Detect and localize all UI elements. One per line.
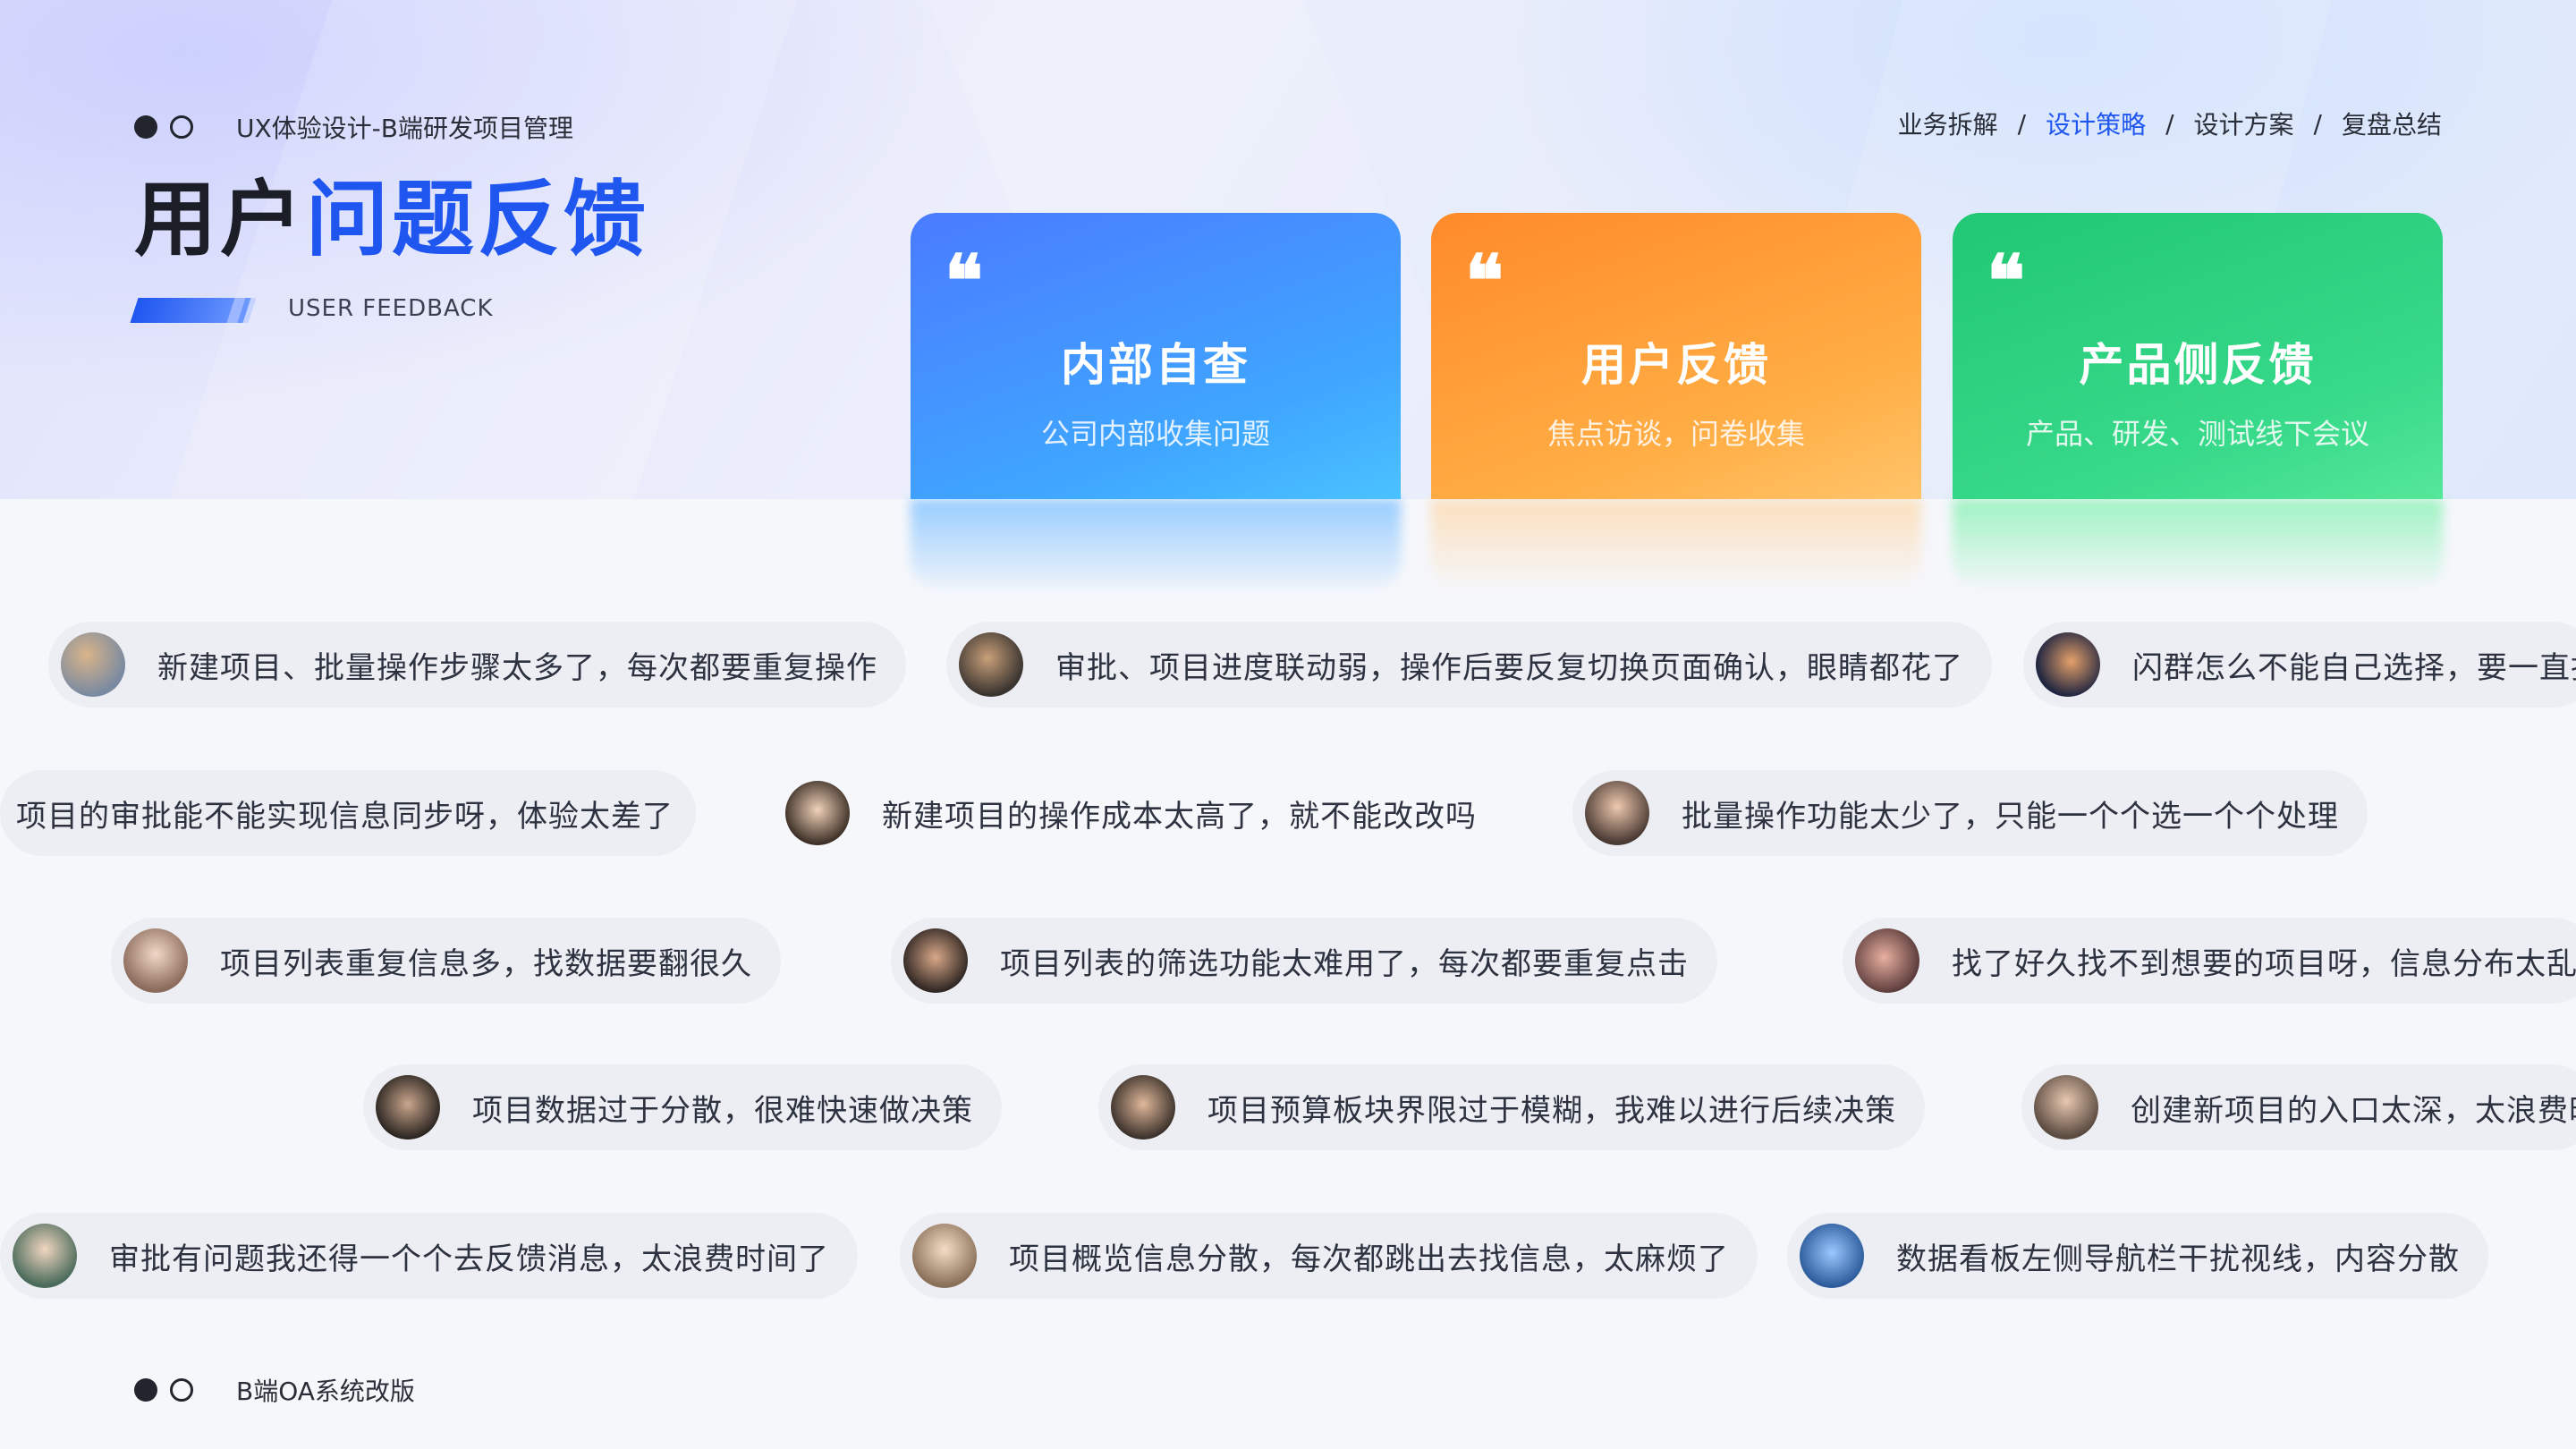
outline-dot-icon [170,1378,193,1402]
filled-dot-icon [134,115,157,139]
nav-item-plan[interactable]: 设计方案 [2194,106,2294,141]
card-glow [1431,499,1921,589]
footer-label: B端OA系统改版 [134,1372,415,1408]
nav-item-breakdown[interactable]: 业务拆解 [1898,106,1998,141]
card-title: 产品侧反馈 [2079,339,2317,391]
feedback-text: 项目数据过于分散，很难快速做决策 [472,1092,973,1129]
feedback-item: 项目的审批能不能实现信息同步呀，体验太差了 [0,770,696,856]
card-subtitle: 焦点访谈，问卷收集 [1546,417,1805,451]
feedback-item: 新建项目的操作成本太高了，就不能改改吗 [773,770,1505,856]
breadcrumb: 业务拆解 / 设计策略 / 设计方案 / 复盘总结 [1898,106,2442,141]
feedback-item: 项目预算板块界限过于模糊，我难以进行后续决策 [1098,1064,1925,1150]
avatar [2034,1075,2098,1140]
avatar [13,1224,77,1288]
avatar [959,632,1023,697]
feedback-item: 创建新项目的入口太深，太浪费时间了 [2021,1064,2576,1150]
breadcrumb-separator: / [2017,108,2027,139]
page-title-part1: 用户 [134,172,307,267]
card-title: 用户反馈 [1581,339,1771,391]
card-user-feedback: ❝ 用户反馈 焦点访谈，问卷收集 [1431,213,1921,499]
feedback-text: 项目预算板块界限过于模糊，我难以进行后续决策 [1208,1092,1896,1129]
filled-dot-icon [134,1378,157,1402]
breadcrumb-separator: / [2165,108,2174,139]
feedback-item: 项目数据过于分散，很难快速做决策 [363,1064,1002,1150]
project-label: UX体验设计-B端研发项目管理 [134,109,573,145]
feedback-item: 找了好久找不到想要的项目呀，信息分布太乱了 [1843,918,2576,1004]
feedback-text: 项目概览信息分散，每次都跳出去找信息，太麻烦了 [1009,1241,1729,1277]
avatar [123,928,188,993]
feedback-item: 闪群怎么不能自己选择，要一直找 [2023,622,2576,708]
feedback-item: 数据看板左侧导航栏干扰视线，内容分散 [1787,1213,2488,1299]
card-subtitle: 公司内部收集问题 [1040,417,1270,451]
outline-dot-icon [170,115,193,139]
card-internal-check: ❝ 内部自查 公司内部收集问题 [911,213,1401,499]
page-title: 用户问题反馈 [134,179,649,261]
feedback-text: 审批有问题我还得一个个去反馈消息，太浪费时间了 [109,1241,829,1277]
quote-icon: ❝ [1465,239,1504,323]
feedback-item: 审批有问题我还得一个个去反馈消息，太浪费时间了 [0,1213,858,1299]
avatar [61,632,125,697]
feedback-item: 审批、项目进度联动弱，操作后要反复切换页面确认，眼睛都花了 [946,622,1992,708]
feedback-text: 找了好久找不到想要的项目呀，信息分布太乱了 [1952,945,2576,982]
card-product-feedback: ❝ 产品侧反馈 产品、研发、测试线下会议 [1953,213,2443,499]
avatar [1111,1075,1175,1140]
feedback-text: 创建新项目的入口太深，太浪费时间了 [2131,1092,2576,1129]
avatar [1855,928,1919,993]
feedback-text: 项目的审批能不能实现信息同步呀，体验太差了 [16,798,674,835]
feedback-text: 新建项目、批量操作步骤太多了，每次都要重复操作 [157,649,877,686]
feedback-item: 项目列表的筛选功能太难用了，每次都要重复点击 [891,918,1717,1004]
feedback-text: 项目列表重复信息多，找数据要翻很久 [220,945,752,982]
avatar [376,1075,440,1140]
feedback-item: 新建项目、批量操作步骤太多了，每次都要重复操作 [48,622,906,708]
page-title-part2: 问题反馈 [306,172,650,267]
card-glow [1953,499,2443,589]
feedback-item: 项目列表重复信息多，找数据要翻很久 [111,918,781,1004]
feedback-text: 闪群怎么不能自己选择，要一直找 [2132,649,2576,686]
feedback-text: 审批、项目进度联动弱，操作后要反复切换页面确认，眼睛都花了 [1055,649,1963,686]
feedback-text: 新建项目的操作成本太高了，就不能改改吗 [882,798,1477,835]
nav-item-review[interactable]: 复盘总结 [2342,106,2442,141]
breadcrumb-separator: / [2313,108,2322,139]
quote-icon: ❝ [945,239,984,323]
card-subtitle: 产品、研发、测试线下会议 [2025,417,2369,451]
card-glow [911,499,1401,589]
avatar [1800,1224,1864,1288]
page-subtitle: USER FEEDBACK [288,295,494,322]
avatar [903,928,968,993]
card-title: 内部自查 [1061,339,1250,391]
feedback-text: 数据看板左侧导航栏干扰视线，内容分散 [1896,1241,2460,1277]
project-label-text: UX体验设计-B端研发项目管理 [236,114,573,143]
feedback-item: 项目概览信息分散，每次都跳出去找信息，太麻烦了 [900,1213,1758,1299]
avatar [1585,781,1649,845]
avatar [785,781,850,845]
footer-label-text: B端OA系统改版 [236,1377,415,1406]
feedback-text: 项目列表的筛选功能太难用了，每次都要重复点击 [1000,945,1689,982]
feedback-item: 批量操作功能太少了，只能一个个选一个个处理 [1572,770,2368,856]
nav-item-strategy[interactable]: 设计策略 [2046,106,2146,141]
quote-icon: ❝ [1987,239,2026,323]
feedback-text: 批量操作功能太少了，只能一个个选一个个处理 [1682,798,2339,835]
avatar [2036,632,2100,697]
avatar [912,1224,977,1288]
